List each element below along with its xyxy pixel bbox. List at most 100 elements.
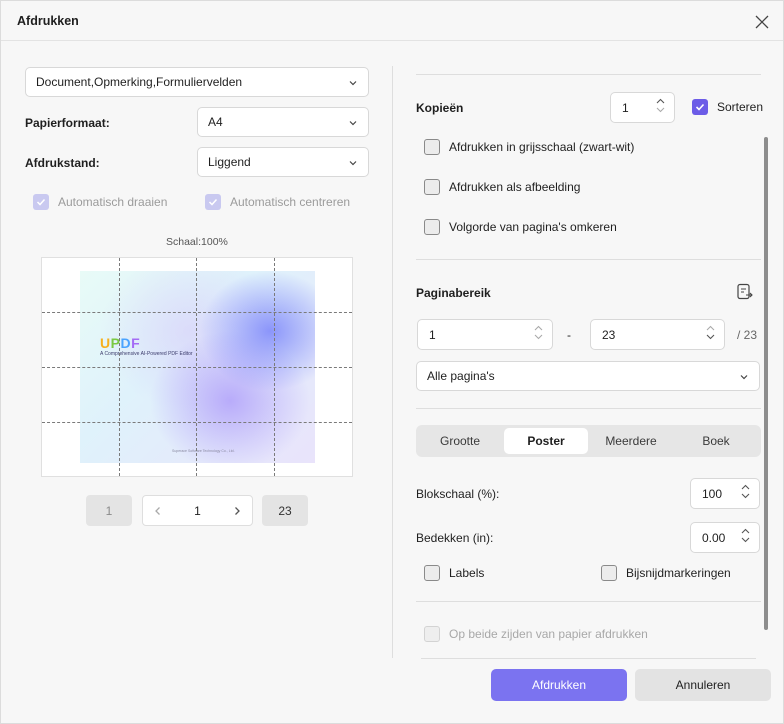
section-divider xyxy=(416,408,761,409)
print-as-image-label: Afdrukken als afbeelding xyxy=(449,180,581,194)
auto-center-label: Automatisch centreren xyxy=(230,195,351,209)
auto-rotate-checkbox[interactable]: Automatisch draaien xyxy=(33,194,167,210)
section-divider xyxy=(416,259,761,260)
check-icon xyxy=(33,194,49,210)
tab-grootte[interactable]: Grootte xyxy=(418,428,502,454)
copies-value: 1 xyxy=(622,100,629,115)
print-content-select[interactable]: Document,Opmerking,Formuliervelden xyxy=(25,67,369,97)
reverse-order-label: Volgorde van pagina's omkeren xyxy=(449,220,617,234)
duplex-checkbox[interactable]: Op beide zijden van papier afdrukken xyxy=(424,626,648,642)
first-page-button[interactable]: 1 xyxy=(86,495,132,526)
chevron-up-icon[interactable] xyxy=(741,528,750,534)
chevron-down-icon[interactable] xyxy=(741,493,750,499)
section-divider xyxy=(416,601,761,602)
print-content-value: Document,Opmerking,Formuliervelden xyxy=(36,75,243,89)
page-range-value: Alle pagina's xyxy=(427,369,495,383)
page-range-label: Paginabereik xyxy=(416,286,491,300)
cancel-button[interactable]: Annuleren xyxy=(635,669,771,701)
tile-scale-stepper[interactable]: 100 xyxy=(690,478,760,509)
poster-grid-line xyxy=(42,422,352,423)
tile-scale-label: Blokschaal (%): xyxy=(416,487,500,501)
crop-marks-checkbox[interactable]: Bijsnijdmarkeringen xyxy=(601,565,731,581)
section-divider xyxy=(421,658,756,659)
chevron-down-icon xyxy=(349,161,357,166)
range-to-value: 23 xyxy=(602,327,616,342)
checkbox-box xyxy=(424,565,440,581)
dialog-title: Afdrukken xyxy=(17,14,79,28)
checkbox-box xyxy=(601,565,617,581)
checkbox-box xyxy=(424,626,440,642)
page-range-select[interactable]: Alle pagina's xyxy=(416,361,760,391)
auto-center-checkbox[interactable]: Automatisch centreren xyxy=(205,194,350,210)
checkbox-box xyxy=(424,139,440,155)
chevron-down-icon[interactable] xyxy=(706,334,715,340)
range-total: / 23 xyxy=(737,328,758,342)
preview-footer: Superace Software Technology Co., Ltd. xyxy=(172,449,235,453)
chevron-down-icon[interactable] xyxy=(741,537,750,543)
overlap-stepper[interactable]: 0.00 xyxy=(690,522,760,553)
chevron-right-icon[interactable] xyxy=(232,506,242,516)
duplex-label: Op beide zijden van papier afdrukken xyxy=(449,627,648,641)
page-navigator: 1 xyxy=(142,495,253,526)
chevron-down-icon xyxy=(349,81,357,86)
poster-grid-line xyxy=(42,367,352,368)
orientation-label: Afdrukstand: xyxy=(25,156,100,170)
checkbox-box xyxy=(424,179,440,195)
print-mode-tabs: Grootte Poster Meerdere Boek xyxy=(416,425,761,457)
copies-stepper[interactable]: 1 xyxy=(610,92,675,123)
check-icon xyxy=(205,194,221,210)
paper-size-select[interactable]: A4 xyxy=(197,107,369,137)
chevron-down-icon[interactable] xyxy=(656,107,665,113)
chevron-down-icon xyxy=(740,375,748,380)
tab-boek[interactable]: Boek xyxy=(674,428,758,454)
range-from-stepper[interactable]: 1 xyxy=(417,319,553,350)
collate-checkbox[interactable]: Sorteren xyxy=(692,99,763,115)
chevron-left-icon[interactable] xyxy=(153,506,163,516)
print-preview: UPDF A Comprehensive AI-Powered PDF Edit… xyxy=(41,257,353,477)
tab-meerdere[interactable]: Meerdere xyxy=(589,428,673,454)
labels-label: Labels xyxy=(449,566,485,580)
orientation-value: Liggend xyxy=(208,155,251,169)
print-dialog: Afdrukken Document,Opmerking,Formulierve… xyxy=(0,0,784,724)
tab-poster[interactable]: Poster xyxy=(504,428,588,454)
range-dash: - xyxy=(567,328,571,342)
close-button[interactable] xyxy=(751,11,773,33)
chevron-down-icon[interactable] xyxy=(534,334,543,340)
print-button[interactable]: Afdrukken xyxy=(491,669,627,701)
grayscale-checkbox[interactable]: Afdrukken in grijsschaal (zwart-wit) xyxy=(424,139,634,155)
section-divider xyxy=(416,74,761,75)
collate-label: Sorteren xyxy=(717,100,764,114)
check-icon xyxy=(692,99,708,115)
range-to-stepper[interactable]: 23 xyxy=(590,319,725,350)
tile-scale-value: 100 xyxy=(702,486,723,501)
paper-size-label: Papierformaat: xyxy=(25,116,110,130)
scrollbar[interactable] xyxy=(764,137,768,630)
chevron-up-icon[interactable] xyxy=(741,484,750,490)
chevron-up-icon[interactable] xyxy=(706,325,715,331)
current-page-input[interactable]: 1 xyxy=(194,504,201,518)
poster-grid-line xyxy=(42,312,352,313)
overlap-label: Bedekken (in): xyxy=(416,531,494,545)
overlap-value: 0.00 xyxy=(702,530,726,545)
checkbox-box xyxy=(424,219,440,235)
preview-logo: UPDF xyxy=(100,335,141,351)
crop-marks-label: Bijsnijdmarkeringen xyxy=(626,566,731,580)
print-as-image-checkbox[interactable]: Afdrukken als afbeelding xyxy=(424,179,580,195)
swap-pages-icon[interactable] xyxy=(736,283,754,301)
chevron-down-icon xyxy=(349,121,357,126)
grayscale-label: Afdrukken in grijsschaal (zwart-wit) xyxy=(449,140,635,154)
paper-size-value: A4 xyxy=(208,115,223,129)
chevron-up-icon[interactable] xyxy=(534,325,543,331)
labels-checkbox[interactable]: Labels xyxy=(424,565,484,581)
orientation-select[interactable]: Liggend xyxy=(197,147,369,177)
panel-divider xyxy=(392,66,393,658)
reverse-order-checkbox[interactable]: Volgorde van pagina's omkeren xyxy=(424,219,617,235)
close-icon xyxy=(755,15,769,29)
auto-rotate-label: Automatisch draaien xyxy=(58,195,168,209)
range-from-value: 1 xyxy=(429,327,436,342)
chevron-up-icon[interactable] xyxy=(656,98,665,104)
preview-subtitle: A Comprehensive AI-Powered PDF Editor xyxy=(100,351,193,357)
scale-text: Schaal:100% xyxy=(166,236,228,248)
title-bar: Afdrukken xyxy=(1,1,783,41)
last-page-button[interactable]: 23 xyxy=(262,495,308,526)
